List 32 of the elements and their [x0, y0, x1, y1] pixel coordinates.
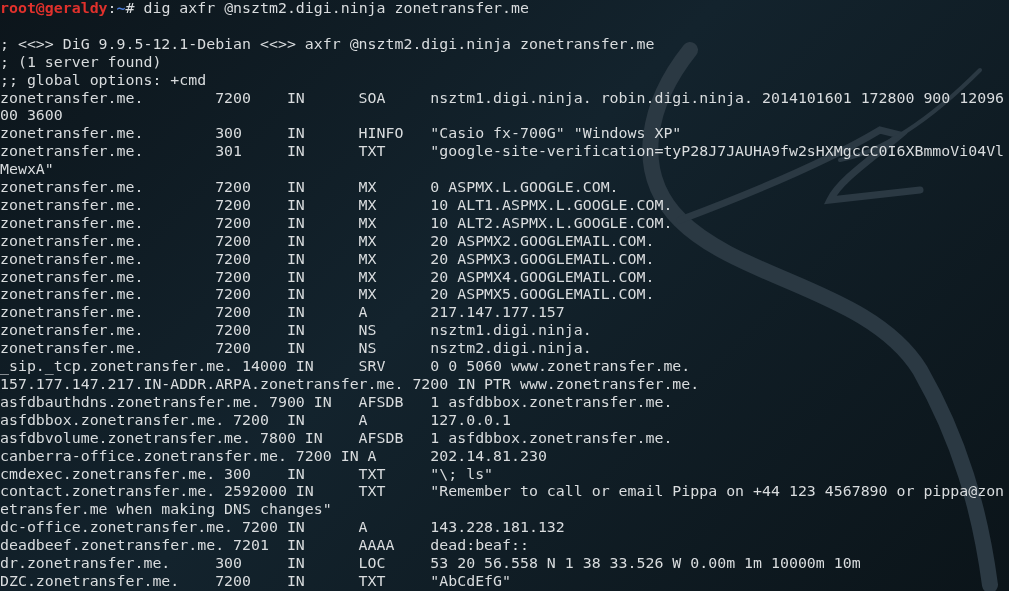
- output-line: dr.zonetransfer.me. 300 IN LOC 53 20 56.558 N 1 38 33.526 W 0.00m 1m 10000m 10m: [0, 555, 862, 573]
- output-line: ; <<>> DiG 9.9.5-12.1-Debian <<>> axfr @nsztm2.digi.ninja zonetransfer.me: [0, 35, 656, 54]
- output-line: zonetransfer.me. 7200 IN MX 10 ALT2.ASPMX.L.GOOGLE.COM.: [0, 214, 674, 233]
- output-line: ;; global options: +cmd: [0, 71, 208, 90]
- command-text: dig axfr @nsztm2.digi.ninja zonetransfer.me: [143, 0, 529, 17]
- output-line: contact.zonetransfer.me. 2592000 IN TXT "Remember to call or email Pippa on +44 123 4567890 or pippa@zonetransfer.me when making DNS changes": [0, 483, 1005, 520]
- output-line: zonetransfer.me. 7200 IN NS nsztm1.digi.ninja.: [0, 322, 593, 341]
- output-line: _sip._tcp.zonetransfer.me. 14000 IN SRV 0 0 5060 www.zonetransfer.me.: [0, 358, 692, 376]
- output-line: zonetransfer.me. 7200 IN MX 20 ASPMX3.GOOGLEMAIL.COM.: [0, 250, 656, 269]
- prompt-user-host: root@geraldy: [0, 0, 108, 17]
- output-line: zonetransfer.me. 7200 IN MX 0 ASPMX.L.GOOGLE.COM.: [0, 179, 620, 197]
- output-line: zonetransfer.me. 7200 IN MX 20 ASPMX2.GOOGLEMAIL.COM.: [0, 232, 656, 251]
- output-line: asfdbvolume.zonetransfer.me. 7800 IN AFSDB 1 asfdbbox.zonetransfer.me.: [0, 429, 674, 448]
- output-line: asfdbauthdns.zonetransfer.me. 7900 IN AFSDB 1 asfdbbox.zonetransfer.me.: [0, 393, 674, 412]
- output-line: zonetransfer.me. 7200 IN MX 20 ASPMX4.GOOGLEMAIL.COM.: [0, 268, 656, 287]
- output-line: zonetransfer.me. 7200 IN MX 10 ALT1.ASPMX.L.GOOGLE.COM.: [0, 196, 674, 215]
- prompt-separator: :: [107, 0, 117, 17]
- output-line: zonetransfer.me. 7200 IN A 217.147.177.157: [0, 304, 566, 323]
- output-line: cmdexec.zonetransfer.me. 300 IN TXT "\; ls": [0, 465, 495, 484]
- output-line: zonetransfer.me. 7200 IN MX 20 ASPMX5.GOOGLEMAIL.COM.: [0, 286, 656, 305]
- output-line: DZC.zonetransfer.me. 7200 IN TXT "AbCdEfG": [0, 573, 512, 591]
- prompt-path: ~: [116, 0, 126, 17]
- output-line: dc-office.zonetransfer.me. 7200 IN A 143.228.181.132: [0, 519, 566, 538]
- prompt-symbol: #: [125, 0, 135, 17]
- output-line: asfdbbox.zonetransfer.me. 7200 IN A 127.0.0.1: [0, 411, 512, 430]
- output-line: 157.177.147.217.IN-ADDR.ARPA.zonetransfer.me. 7200 IN PTR www.zonetransfer.me.: [0, 376, 701, 394]
- output-line: deadbeef.zonetransfer.me. 7201 IN AAAA dead:beaf::: [0, 537, 530, 556]
- output-line: zonetransfer.me. 301 IN TXT "google-site-verification=tyP28J7JAUHA9fw2sHXMgcCC0I6XBmmoVi04VlMewxA": [0, 143, 1005, 180]
- output-line: zonetransfer.me. 300 IN HINFO "Casio fx-700G" "Windows XP": [0, 125, 683, 144]
- output-line: ; (1 server found): [0, 53, 163, 72]
- output-line: canberra-office.zonetransfer.me. 7200 IN A 202.14.81.230: [0, 447, 548, 466]
- output-line: zonetransfer.me. 7200 IN NS nsztm2.digi.ninja.: [0, 340, 593, 359]
